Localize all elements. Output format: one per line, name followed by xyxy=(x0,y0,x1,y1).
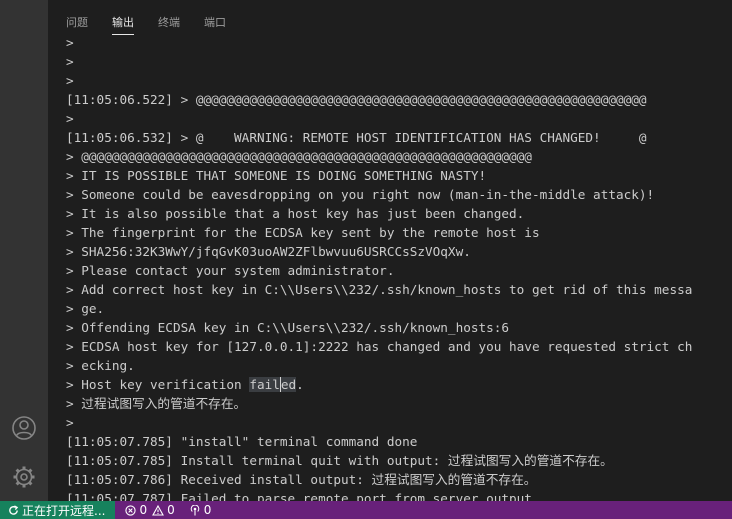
error-count: 0 xyxy=(139,503,148,517)
log-line: [11:05:06.532] > @ WARNING: REMOTE HOST … xyxy=(66,130,647,145)
log-line: > Offending ECDSA key in C:\\Users\\232/… xyxy=(66,320,510,335)
log-line: [11:05:07.786] Received install output: … xyxy=(66,472,537,487)
log-line: > The fingerprint for the ECDSA key sent… xyxy=(66,225,540,240)
log-line: > ge. xyxy=(66,301,105,316)
output-panel: 问题 输出 终端 端口 > > > [11:05:06.522] > @@@@@… xyxy=(48,0,732,501)
log-line-selected: > Host key verification failed. xyxy=(66,375,706,394)
log-line: > xyxy=(66,35,74,50)
text-selection: ed xyxy=(280,377,297,392)
log-line: [11:05:07.785] "install" terminal comman… xyxy=(66,434,418,449)
ports-count: 0 xyxy=(203,503,212,517)
log-line: > SHA256:32K3WwY/jfqGvK03uoAW2ZFlbwvuu6U… xyxy=(66,244,471,259)
log-line: > Please contact your system administrat… xyxy=(66,263,395,278)
log-line: > ecking. xyxy=(66,358,135,373)
warning-icon xyxy=(152,504,165,516)
log-line: > xyxy=(66,73,74,88)
log-line: > 过程试图写入的管道不存在。 xyxy=(66,396,247,411)
text-selection: fail xyxy=(249,377,280,392)
ports-indicator[interactable]: 0 xyxy=(189,503,212,517)
error-icon xyxy=(125,504,137,516)
output-log[interactable]: > > > [11:05:06.522] > @@@@@@@@@@@@@@@@@… xyxy=(66,33,706,501)
log-line: > IT IS POSSIBLE THAT SOMEONE IS DOING S… xyxy=(66,168,487,183)
remote-indicator[interactable]: 正在打开远程... xyxy=(0,501,116,519)
log-line: > ECDSA host key for [127.0.0.1]:2222 ha… xyxy=(66,339,693,354)
log-line: [11:05:06.522] > @@@@@@@@@@@@@@@@@@@@@@@… xyxy=(66,92,647,107)
log-text: > Host key verification xyxy=(66,377,250,392)
settings-gear-icon[interactable] xyxy=(8,461,40,493)
log-line: [11:05:07.787] Failed to parse remote po… xyxy=(66,491,532,501)
log-text: . xyxy=(296,377,304,392)
log-line: > @@@@@@@@@@@@@@@@@@@@@@@@@@@@@@@@@@@@@@… xyxy=(66,149,532,164)
log-line: > xyxy=(66,415,74,430)
log-line: > It is also possible that a host key ha… xyxy=(66,206,525,221)
status-bar: 正在打开远程... 0 0 0 xyxy=(0,501,732,519)
warning-count: 0 xyxy=(167,503,175,517)
account-icon[interactable] xyxy=(8,412,40,444)
log-line: > Add correct host key in C:\\Users\\232… xyxy=(66,282,693,297)
log-line: > Someone could be eavesdropping on you … xyxy=(66,187,655,202)
remote-label: 正在打开远程... xyxy=(22,503,106,518)
broadcast-icon xyxy=(190,504,200,515)
problems-indicator[interactable]: 0 0 xyxy=(125,503,175,517)
activity-bar xyxy=(0,0,48,501)
log-line: [11:05:07.785] Install terminal quit wit… xyxy=(66,453,613,468)
sync-icon xyxy=(9,504,19,515)
log-line: > xyxy=(66,54,74,69)
log-line: > xyxy=(66,111,74,126)
